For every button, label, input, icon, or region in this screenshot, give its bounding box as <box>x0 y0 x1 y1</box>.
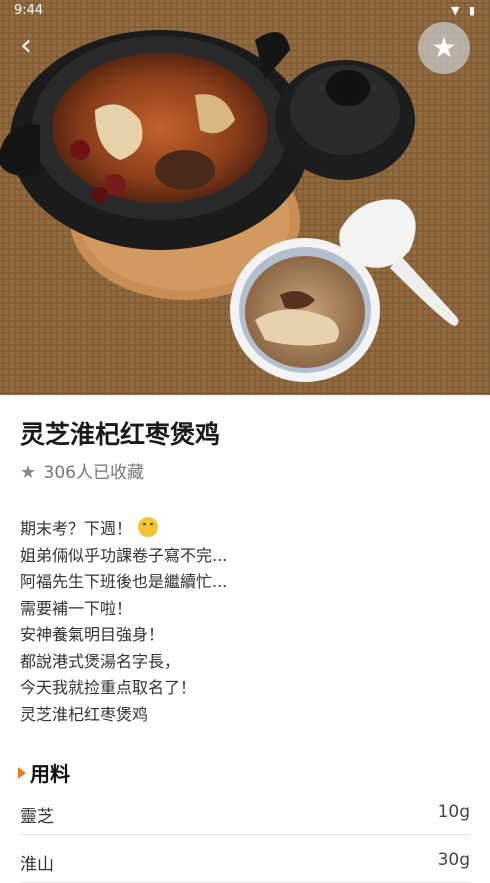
favorite-button[interactable]: ★ <box>418 22 470 74</box>
star-icon: ★ <box>20 462 37 483</box>
status-bar: 9:44 ▼ ▮ <box>0 0 490 22</box>
tired-face-icon <box>138 517 159 537</box>
description-line: 需要補一下啦！ <box>20 598 133 618</box>
triangle-marker-icon <box>18 767 26 779</box>
description-line: 灵芝淮杞红枣煲鸡 <box>20 704 149 724</box>
description-line: 姐弟倆似乎功課卷子寫不完... <box>20 545 228 565</box>
description-line: 都說港式煲湯名字長， <box>20 651 181 671</box>
status-time: 9:44 <box>14 3 44 18</box>
description-line: 今天我就捡重点取名了！ <box>20 678 197 697</box>
ingredients-heading-text: 用料 <box>30 762 70 786</box>
chevron-left-icon: ‹ <box>20 28 32 63</box>
ingredient-row: 靈芝 10g <box>20 790 470 835</box>
ingredient-name: 淮山 <box>20 855 54 875</box>
ingredient-row: 淮山 30g <box>20 838 470 883</box>
star-icon: ★ <box>431 31 457 64</box>
description-line: 期末考？下週！ <box>20 516 470 543</box>
recipe-hero-image: 9:44 ▼ ▮ ‹ ★ <box>0 0 490 395</box>
food-photo <box>0 0 490 395</box>
status-icons: ▼ ▮ <box>450 4 478 17</box>
ingredient-amount: 30g <box>437 850 470 870</box>
recipe-description: 期末考？下週！ 姐弟倆似乎功課卷子寫不完... 阿福先生下班後也是繼續忙... … <box>20 516 470 728</box>
ingredients-heading: 用料 <box>18 758 70 787</box>
back-button[interactable]: ‹ <box>8 28 44 64</box>
recipe-title: 灵芝淮杞红枣煲鸡 <box>20 420 221 449</box>
description-line: 阿福先生下班後也是繼續忙... <box>20 572 228 591</box>
favorites-count-text: 306人已收藏 <box>43 463 144 483</box>
ingredient-name: 靈芝 <box>20 807 54 827</box>
favorites-count: ★ 306人已收藏 <box>20 458 144 483</box>
ingredient-amount: 10g <box>437 802 470 822</box>
description-line: 安神養氣明目強身！ <box>20 625 165 644</box>
